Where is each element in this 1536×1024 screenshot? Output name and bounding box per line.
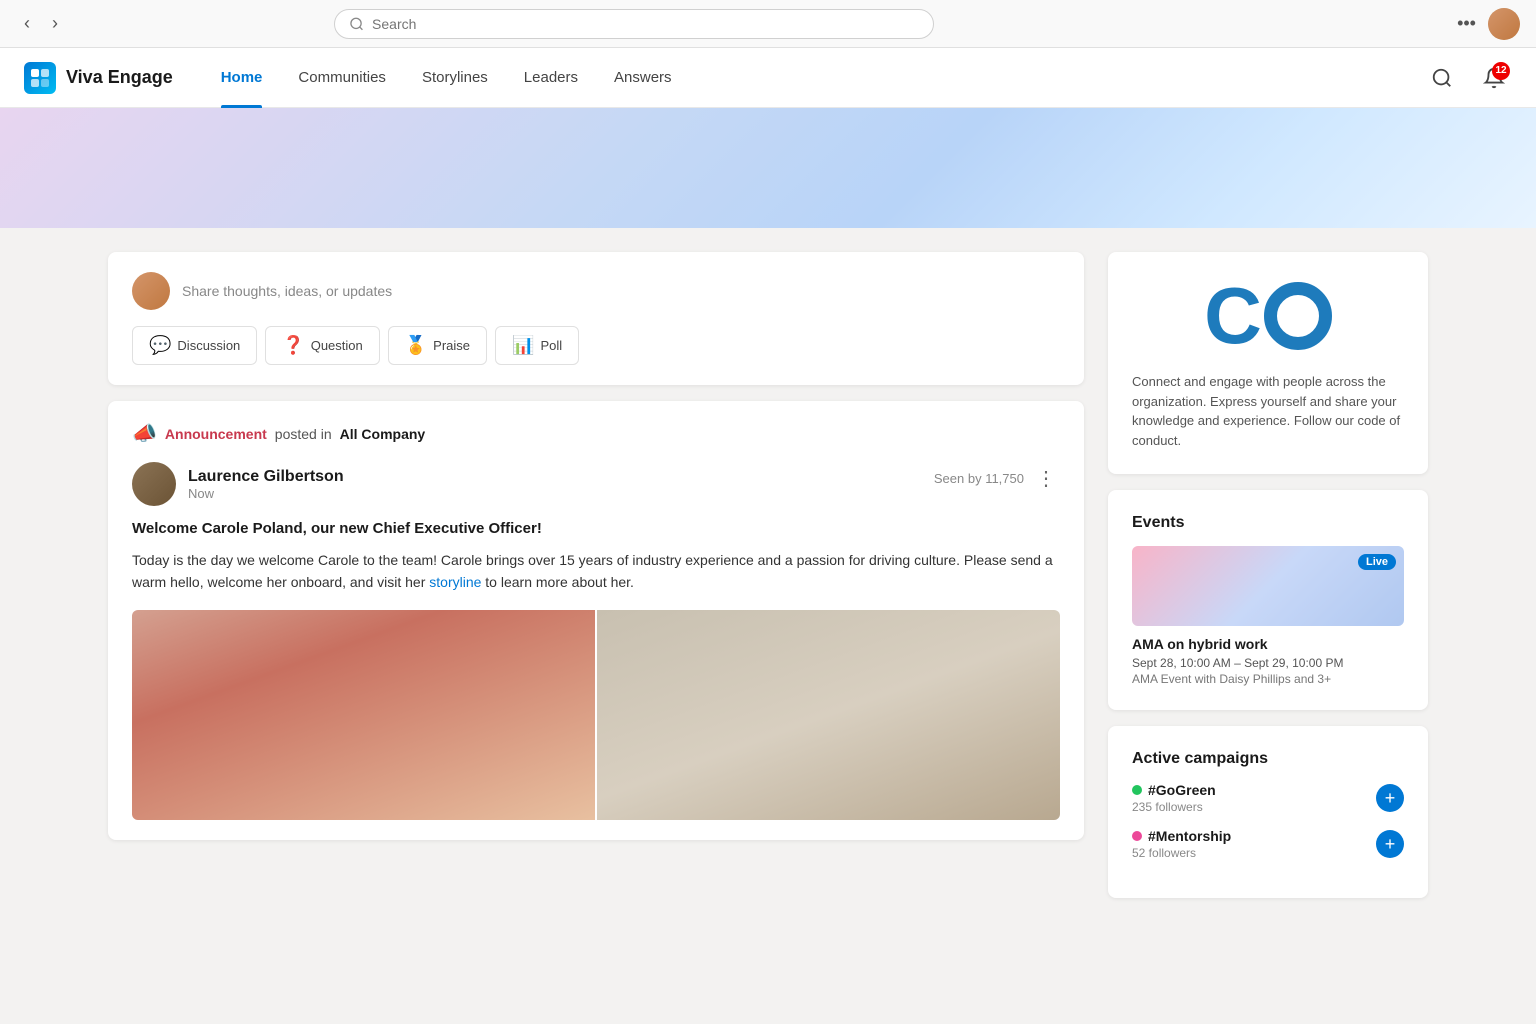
left-column: Share thoughts, ideas, or updates 💬 Disc… — [108, 252, 1084, 898]
posted-in-label: posted in — [275, 426, 332, 442]
gogreen-dot — [1132, 785, 1142, 795]
header-actions: 12 — [1424, 60, 1512, 96]
forward-button[interactable]: › — [44, 9, 66, 38]
discussion-label: Discussion — [177, 338, 240, 353]
post-author: Laurence Gilbertson Now — [132, 462, 344, 506]
author-info: Laurence Gilbertson Now — [188, 468, 344, 501]
main-navigation: Home Communities Storylines Leaders Answ… — [205, 48, 1424, 108]
search-icon — [349, 16, 364, 32]
hero-banner — [0, 108, 1536, 228]
search-input[interactable] — [372, 16, 919, 32]
post-storyline-link[interactable]: storyline — [429, 574, 481, 590]
composer-placeholder[interactable]: Share thoughts, ideas, or updates — [182, 283, 1060, 299]
poll-button[interactable]: 📊 Poll — [495, 326, 579, 365]
app-logo: Viva Engage — [24, 62, 173, 94]
event-description: AMA Event with Daisy Phillips and 3+ — [1132, 672, 1404, 686]
post-more-options[interactable]: ⋮ — [1032, 462, 1060, 495]
co-description: Connect and engage with people across th… — [1132, 372, 1404, 450]
question-button[interactable]: ❓ Question — [265, 326, 379, 365]
praise-icon: 🏅 — [405, 335, 427, 356]
live-badge: Live — [1358, 554, 1396, 570]
app-header: Viva Engage Home Communities Storylines … — [0, 48, 1536, 108]
post-image-2 — [597, 610, 1060, 820]
author-name: Laurence Gilbertson — [188, 468, 344, 486]
browser-navigation: ‹ › — [16, 9, 66, 38]
mentorship-followers: 52 followers — [1132, 846, 1376, 860]
post-time: Now — [188, 486, 344, 501]
post-title: Welcome Carole Poland, our new Chief Exe… — [132, 520, 1060, 537]
co-logo: C — [1132, 276, 1404, 356]
event-date: Sept 28, 10:00 AM – Sept 29, 10:00 PM — [1132, 656, 1404, 670]
composer-card: Share thoughts, ideas, or updates 💬 Disc… — [108, 252, 1084, 385]
events-card: Events Live AMA on hybrid work Sept 28, … — [1108, 490, 1428, 710]
notification-button[interactable]: 12 — [1476, 60, 1512, 96]
campaign-gogreen-info: #GoGreen 235 followers — [1132, 782, 1376, 814]
campaigns-title: Active campaigns — [1132, 750, 1404, 768]
post-image-1 — [132, 610, 595, 820]
community-link[interactable]: All Company — [340, 426, 426, 442]
announcement-icon: 📣 — [132, 421, 157, 446]
main-content: Share thoughts, ideas, or updates 💬 Disc… — [68, 228, 1468, 922]
app-name: Viva Engage — [66, 67, 173, 88]
event-item: Live AMA on hybrid work Sept 28, 10:00 A… — [1132, 546, 1404, 686]
poll-icon: 📊 — [512, 335, 534, 356]
nav-leaders[interactable]: Leaders — [508, 48, 594, 108]
gogreen-label: #GoGreen — [1148, 782, 1216, 798]
post-card: 📣 Announcement posted in All Company Lau… — [108, 401, 1084, 840]
poll-label: Poll — [540, 338, 562, 353]
co-letter-c: C — [1204, 276, 1262, 356]
co-letter-o — [1264, 282, 1332, 350]
event-name[interactable]: AMA on hybrid work — [1132, 636, 1404, 652]
praise-label: Praise — [433, 338, 470, 353]
author-avatar[interactable] — [132, 462, 176, 506]
post-header: Laurence Gilbertson Now Seen by 11,750 ⋮ — [132, 462, 1060, 506]
co-card: C Connect and engage with people across … — [1108, 252, 1428, 474]
event-image: Live — [1132, 546, 1404, 626]
praise-button[interactable]: 🏅 Praise — [388, 326, 487, 365]
post-stats: Seen by 11,750 ⋮ — [934, 462, 1060, 495]
mentorship-dot — [1132, 831, 1142, 841]
nav-answers[interactable]: Answers — [598, 48, 688, 108]
seen-by-count: Seen by 11,750 — [934, 471, 1024, 486]
image-family — [597, 610, 1060, 820]
browser-search-bar[interactable] — [334, 9, 934, 39]
question-icon: ❓ — [282, 335, 304, 356]
follow-gogreen-button[interactable]: + — [1376, 784, 1404, 812]
announcement-label: Announcement — [165, 426, 267, 442]
post-meta: 📣 Announcement posted in All Company — [132, 421, 1060, 446]
campaign-gogreen-name: #GoGreen — [1132, 782, 1376, 798]
right-sidebar: C Connect and engage with people across … — [1108, 252, 1428, 898]
post-body-text2: to learn more about her. — [485, 574, 634, 590]
viva-engage-logo-icon — [24, 62, 56, 94]
events-title: Events — [1132, 514, 1404, 532]
discussion-button[interactable]: 💬 Discussion — [132, 326, 257, 365]
campaign-item-mentorship: #Mentorship 52 followers + — [1132, 828, 1404, 860]
nav-home[interactable]: Home — [205, 48, 279, 108]
campaign-mentorship-name: #Mentorship — [1132, 828, 1376, 844]
composer-avatar — [132, 272, 170, 310]
question-label: Question — [311, 338, 363, 353]
browser-actions: ••• — [1457, 8, 1520, 40]
composer-action-buttons: 💬 Discussion ❓ Question 🏅 Praise 📊 Poll — [132, 326, 1060, 365]
follow-mentorship-button[interactable]: + — [1376, 830, 1404, 858]
back-button[interactable]: ‹ — [16, 9, 38, 38]
browser-bar: ‹ › ••• — [0, 0, 1536, 48]
nav-storylines[interactable]: Storylines — [406, 48, 504, 108]
campaign-mentorship-info: #Mentorship 52 followers — [1132, 828, 1376, 860]
campaign-item-gogreen: #GoGreen 235 followers + — [1132, 782, 1404, 814]
nav-communities[interactable]: Communities — [282, 48, 402, 108]
image-woman-red — [132, 610, 595, 820]
more-button[interactable]: ••• — [1457, 13, 1476, 34]
avatar-image — [1488, 8, 1520, 40]
search-button[interactable] — [1424, 60, 1460, 96]
post-body: Today is the day we welcome Carole to th… — [132, 549, 1060, 594]
notification-badge: 12 — [1492, 62, 1510, 80]
post-images — [132, 610, 1060, 820]
user-avatar-browser[interactable] — [1488, 8, 1520, 40]
gogreen-followers: 235 followers — [1132, 800, 1376, 814]
discussion-icon: 💬 — [149, 335, 171, 356]
composer-input-area[interactable]: Share thoughts, ideas, or updates — [132, 272, 1060, 310]
mentorship-label: #Mentorship — [1148, 828, 1231, 844]
campaigns-card: Active campaigns #GoGreen 235 followers … — [1108, 726, 1428, 898]
